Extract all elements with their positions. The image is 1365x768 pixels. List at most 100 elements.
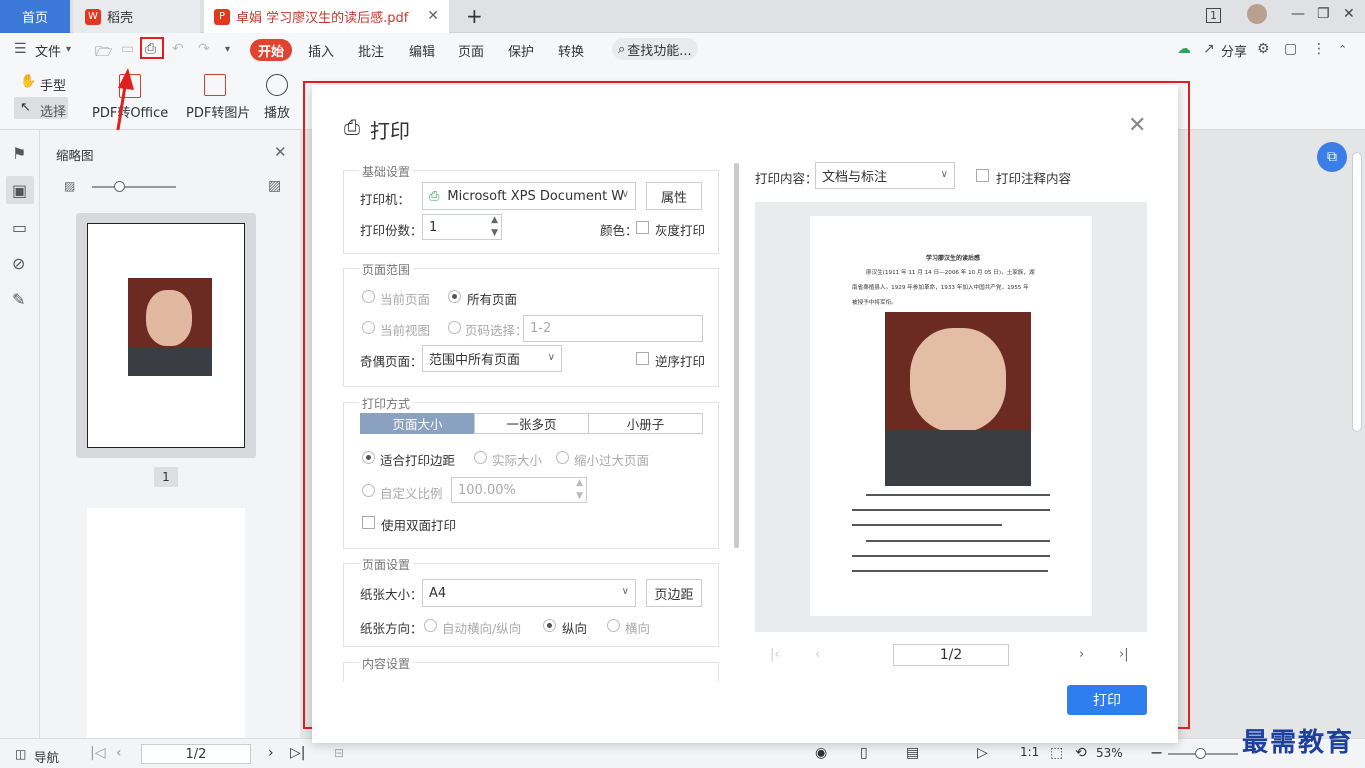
stepper-down-icon[interactable]: ▼ xyxy=(491,228,498,238)
odd-even-select[interactable]: 范围中所有页面 ∨ xyxy=(422,345,562,372)
window-count-icon[interactable]: 1 xyxy=(1206,8,1221,23)
current-view-radio[interactable] xyxy=(362,321,375,334)
page-input[interactable]: 1/2 xyxy=(141,744,251,764)
preview-page-indicator[interactable]: 1/2 xyxy=(893,644,1009,666)
seg-multi-page[interactable]: 一张多页 xyxy=(474,413,589,434)
minimize-icon[interactable]: — xyxy=(1291,6,1305,22)
fit-page-icon[interactable]: ⬚ xyxy=(1050,745,1063,761)
eye-icon[interactable]: ◉ xyxy=(815,745,827,761)
search-box[interactable]: ⌕ 查找功能... xyxy=(612,38,698,60)
restore-icon[interactable]: ❐ xyxy=(1317,6,1330,22)
play-status-icon[interactable]: ▷ xyxy=(977,745,988,761)
attachment-icon[interactable]: ⊘ xyxy=(12,254,25,273)
back-icon[interactable]: ⊟ xyxy=(334,746,344,760)
avatar[interactable] xyxy=(1247,4,1267,24)
menu-edit[interactable]: 编辑 xyxy=(409,41,435,60)
thumbnail-page-2[interactable] xyxy=(87,508,245,738)
more-vertical-icon[interactable]: ⋮ xyxy=(1312,41,1326,57)
undo-icon[interactable]: ↶ xyxy=(172,41,184,57)
printer-properties-button[interactable]: 属性 xyxy=(646,182,702,210)
portrait-radio[interactable] xyxy=(543,619,556,632)
pdf-to-office-button[interactable]: PDF转Office xyxy=(92,102,168,121)
vertical-scrollbar[interactable] xyxy=(1352,152,1362,432)
zoom-in-image-icon[interactable]: ▨ xyxy=(268,178,281,194)
menu-file[interactable]: 文件 xyxy=(35,41,61,60)
open-folder-icon[interactable]: 🗁 xyxy=(95,41,112,65)
menu-protect[interactable]: 保护 xyxy=(508,41,534,60)
menu-annotate[interactable]: 批注 xyxy=(358,41,384,60)
thumbnail-icon[interactable]: ▣ xyxy=(12,181,27,200)
fit-margin-radio[interactable] xyxy=(362,451,375,464)
stepper-up-icon[interactable]: ▲ xyxy=(576,478,583,488)
copies-input[interactable]: 1 ▲ ▼ xyxy=(422,214,502,240)
cloud-sync-icon[interactable]: ☁ xyxy=(1177,41,1191,57)
close-tab-icon[interactable]: ✕ xyxy=(427,8,439,24)
preview-first-icon[interactable]: |‹ xyxy=(770,647,780,662)
floating-tool-icon[interactable]: ⧉ xyxy=(1317,142,1347,172)
printer-select[interactable]: ⎙ Microsoft XPS Document W ∨ xyxy=(422,182,636,210)
menu-page[interactable]: 页面 xyxy=(458,41,484,60)
comment-rail-icon[interactable]: ▭ xyxy=(12,218,27,237)
collapse-ribbon-icon[interactable]: ⌃ xyxy=(1338,43,1347,56)
tab-document[interactable]: P 卓娟 学习廖汉生的读后感.pdf ✕ xyxy=(204,0,449,33)
seg-booklet[interactable]: 小册子 xyxy=(588,413,703,434)
stepper-up-icon[interactable]: ▲ xyxy=(491,215,498,225)
actual-size-radio[interactable] xyxy=(474,451,487,464)
print-annotations-checkbox[interactable] xyxy=(976,169,989,182)
select-tool[interactable]: 选择 xyxy=(40,101,66,120)
slider-handle[interactable] xyxy=(114,181,125,192)
print-button[interactable]: 打印 xyxy=(1067,685,1147,715)
zoom-out-icon[interactable]: − xyxy=(1150,743,1163,762)
settings-scrollbar[interactable] xyxy=(734,163,739,548)
play-button[interactable]: 播放 xyxy=(264,102,290,121)
nav-panel-icon[interactable]: ◫ xyxy=(15,747,26,761)
share-icon[interactable]: ↗ xyxy=(1203,41,1215,57)
close-panel-icon[interactable]: ✕ xyxy=(274,143,287,161)
pdf-to-image-button[interactable]: PDF转图片 xyxy=(186,102,250,121)
margins-button[interactable]: 页边距 xyxy=(646,579,702,607)
new-tab-icon[interactable]: + xyxy=(466,4,483,28)
paper-size-select[interactable]: A4 ∨ xyxy=(422,579,636,607)
chevron-down-icon[interactable]: ▾ xyxy=(66,44,71,55)
menu-insert[interactable]: 插入 xyxy=(308,41,334,60)
comment-icon[interactable]: ▢ xyxy=(1284,41,1297,57)
redo-icon[interactable]: ↷ xyxy=(198,41,210,57)
single-page-icon[interactable]: ▯ xyxy=(860,745,868,761)
page-select-radio[interactable] xyxy=(448,321,461,334)
menu-convert[interactable]: 转换 xyxy=(558,41,584,60)
grayscale-checkbox[interactable] xyxy=(636,221,649,234)
more-icon[interactable]: ▾ xyxy=(225,44,230,55)
preview-next-icon[interactable]: › xyxy=(1079,647,1084,662)
save-icon[interactable]: ▭ xyxy=(121,41,134,57)
share-button[interactable]: 分享 xyxy=(1221,41,1247,60)
all-pages-radio[interactable] xyxy=(448,290,461,303)
page-select-input[interactable]: 1-2 xyxy=(523,315,703,342)
tab-home[interactable]: 首页 xyxy=(0,0,70,33)
tab-daoke[interactable]: W 稻壳 xyxy=(73,0,200,33)
custom-scale-radio[interactable] xyxy=(362,484,375,497)
gear-icon[interactable]: ⚙ xyxy=(1257,41,1270,57)
hand-tool[interactable]: 手型 xyxy=(40,75,66,94)
close-dialog-icon[interactable]: ✕ xyxy=(1128,113,1146,138)
seg-page-size[interactable]: 页面大小 xyxy=(360,413,475,434)
last-page-icon[interactable]: ▷| xyxy=(290,745,305,761)
print-content-select[interactable]: 文档与标注 ∨ xyxy=(815,162,955,189)
prev-page-icon[interactable]: ‹ xyxy=(116,745,122,761)
signature-icon[interactable]: ✎ xyxy=(12,290,25,309)
zoom-out-image-icon[interactable]: ▨ xyxy=(64,179,75,193)
first-page-icon[interactable]: |◁ xyxy=(90,745,105,761)
actual-size-icon[interactable]: 1:1 xyxy=(1020,745,1039,759)
thumbnail-size-slider[interactable] xyxy=(92,186,176,188)
nav-label[interactable]: 导航 xyxy=(34,747,59,766)
close-window-icon[interactable]: ✕ xyxy=(1343,6,1355,22)
preview-prev-icon[interactable]: ‹ xyxy=(815,647,820,662)
continuous-icon[interactable]: ▤ xyxy=(906,745,919,761)
landscape-radio[interactable] xyxy=(607,619,620,632)
shrink-radio[interactable] xyxy=(556,451,569,464)
menu-start[interactable]: 开始 xyxy=(250,39,292,61)
auto-orientation-radio[interactable] xyxy=(424,619,437,632)
zoom-level[interactable]: 53% xyxy=(1096,746,1123,760)
thumbnail-page-1[interactable] xyxy=(87,223,245,448)
zoom-slider-handle[interactable] xyxy=(1195,748,1206,759)
hamburger-icon[interactable]: ☰ xyxy=(14,41,27,57)
